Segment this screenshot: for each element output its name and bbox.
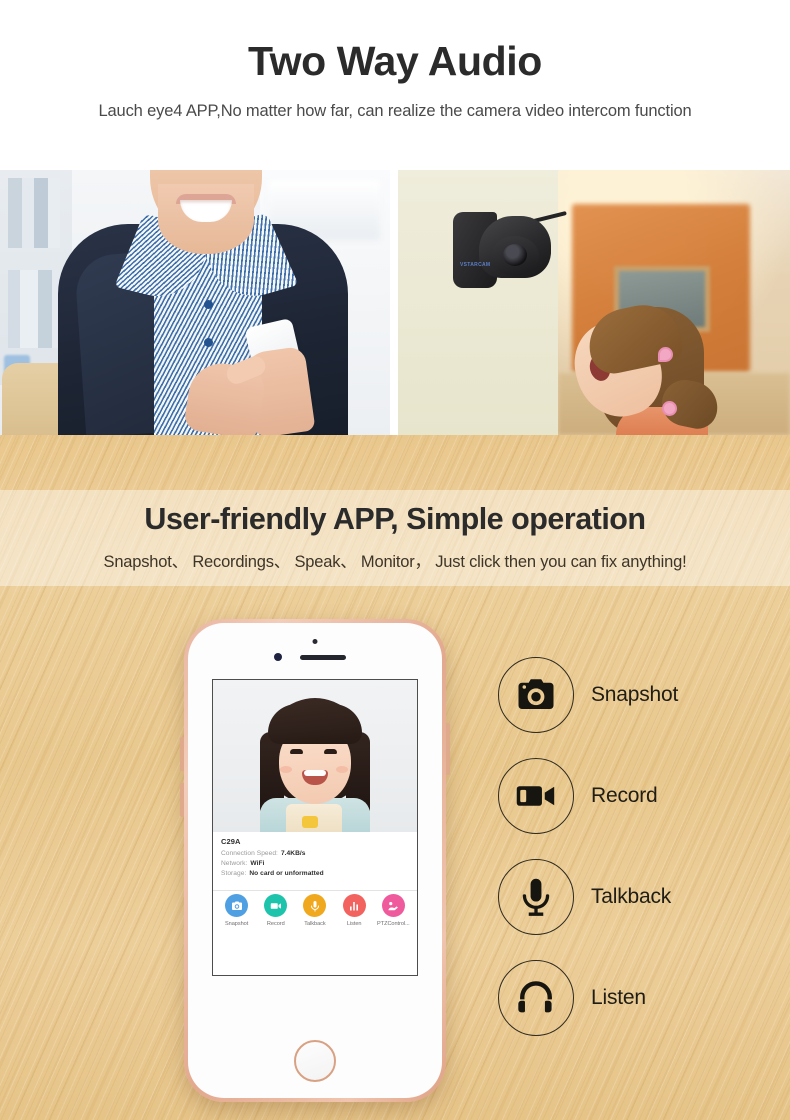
girl-looking-up <box>564 285 723 435</box>
feature-item-listen[interactable]: Listen <box>498 947 788 1048</box>
app-button-label: Snapshot <box>224 920 249 927</box>
app-button-snapshot[interactable]: Snapshot <box>219 894 255 927</box>
video-icon <box>264 894 288 917</box>
kid-bib-pattern <box>302 816 318 828</box>
power-button[interactable] <box>446 723 450 775</box>
feature-list: Snapshot Record Talkback Listen <box>498 644 788 1048</box>
kid-eye <box>324 749 337 754</box>
wood-section: User-friendly APP, Simple operation Snap… <box>0 435 790 1120</box>
app-screen: C29A Connection Speed: 7.4KB/s Network: Wi… <box>212 679 418 976</box>
page-subtitle: Lauch eye4 APP,No matter how far, can re… <box>98 102 692 121</box>
hair-tie <box>662 401 677 416</box>
app-button-label: Record <box>266 920 285 927</box>
camera-lens <box>503 244 527 266</box>
section-title: User-friendly APP, Simple operation <box>144 501 646 536</box>
woman-figure <box>58 170 348 435</box>
info-label: Storage: <box>221 870 247 878</box>
shirt-button <box>204 338 213 347</box>
heading-band: User-friendly APP, Simple operation Snap… <box>0 490 790 586</box>
info-row-network: Network: WiFi <box>221 860 409 867</box>
headphones-icon <box>498 959 574 1036</box>
app-button-record[interactable]: Record <box>258 894 294 927</box>
feature-label: Talkback <box>591 884 672 908</box>
proximity-sensor-icon <box>312 639 318 644</box>
info-row-connection-speed: Connection Speed: 7.4KB/s <box>221 850 409 857</box>
bars-icon <box>342 894 366 917</box>
girl-live-view <box>252 692 378 832</box>
device-name: C29A <box>221 837 241 846</box>
ptz-icon <box>381 894 405 917</box>
microphone-icon <box>303 894 327 917</box>
photo-strip: VSTARCAM <box>0 170 790 435</box>
app-info-panel: C29A Connection Speed: 7.4KB/s Network: Wi… <box>213 832 417 890</box>
video-icon <box>498 757 574 834</box>
divider <box>213 890 417 891</box>
ptz-camera: VSTARCAM <box>453 210 567 290</box>
photo-woman-with-phone <box>0 170 390 435</box>
app-button-label: PTZControl... <box>377 920 410 927</box>
section-subtitle: Snapshot、 Recordings、 Speak、 Monitor， Ju… <box>103 553 687 572</box>
front-camera-icon <box>274 653 282 661</box>
phone-front: C29A Connection Speed: 7.4KB/s Network: Wi… <box>188 623 442 1098</box>
photo-gutter <box>390 170 398 435</box>
feature-item-talkback[interactable]: Talkback <box>498 846 788 947</box>
app-button-ptz-control[interactable]: PTZControl... <box>375 894 411 927</box>
home-button[interactable] <box>294 1040 336 1082</box>
phone-mockup: C29A Connection Speed: 7.4KB/s Network: Wi… <box>180 619 450 1102</box>
app-button-talkback[interactable]: Talkback <box>297 894 333 927</box>
volume-down-button[interactable] <box>180 783 184 817</box>
kid-eye <box>290 749 303 754</box>
shirt-button <box>204 300 213 309</box>
kid-fringe <box>268 704 362 744</box>
app-live-video[interactable] <box>213 680 417 832</box>
earpiece-speaker <box>300 655 346 660</box>
info-row-storage: Storage: No card or unformatted <box>221 870 409 877</box>
kid-cheek <box>336 766 348 773</box>
info-value: WiFi <box>250 860 265 868</box>
camera-brand-logo: VSTARCAM <box>460 262 491 268</box>
info-label: Network: <box>221 860 248 868</box>
volume-up-button[interactable] <box>180 737 184 771</box>
feature-label: Listen <box>591 985 646 1009</box>
app-button-label: Talkback <box>304 920 326 927</box>
feature-item-record[interactable]: Record <box>498 745 788 846</box>
app-button-label: Listen <box>346 920 362 927</box>
hair-clip <box>658 347 673 362</box>
feature-label: Snapshot <box>591 682 679 706</box>
info-value: No card or unformatted <box>249 870 324 878</box>
info-value: 7.4KB/s <box>280 850 306 857</box>
kid-cheek <box>280 766 292 773</box>
page-title: Two Way Audio <box>248 38 542 84</box>
info-label: Connection Speed: <box>221 850 278 857</box>
photo-camera-and-girl: VSTARCAM <box>398 170 790 435</box>
camera-icon <box>498 656 574 733</box>
feature-item-snapshot[interactable]: Snapshot <box>498 644 788 745</box>
feature-label: Record <box>591 783 658 807</box>
microphone-icon <box>498 858 574 935</box>
app-toolbar: Snapshot Record Talkback Listen PTZContr… <box>213 894 417 927</box>
camera-icon <box>225 894 249 917</box>
hero-header: Two Way Audio Lauch eye4 APP,No matter h… <box>0 0 790 170</box>
app-button-listen[interactable]: Listen <box>336 894 372 927</box>
